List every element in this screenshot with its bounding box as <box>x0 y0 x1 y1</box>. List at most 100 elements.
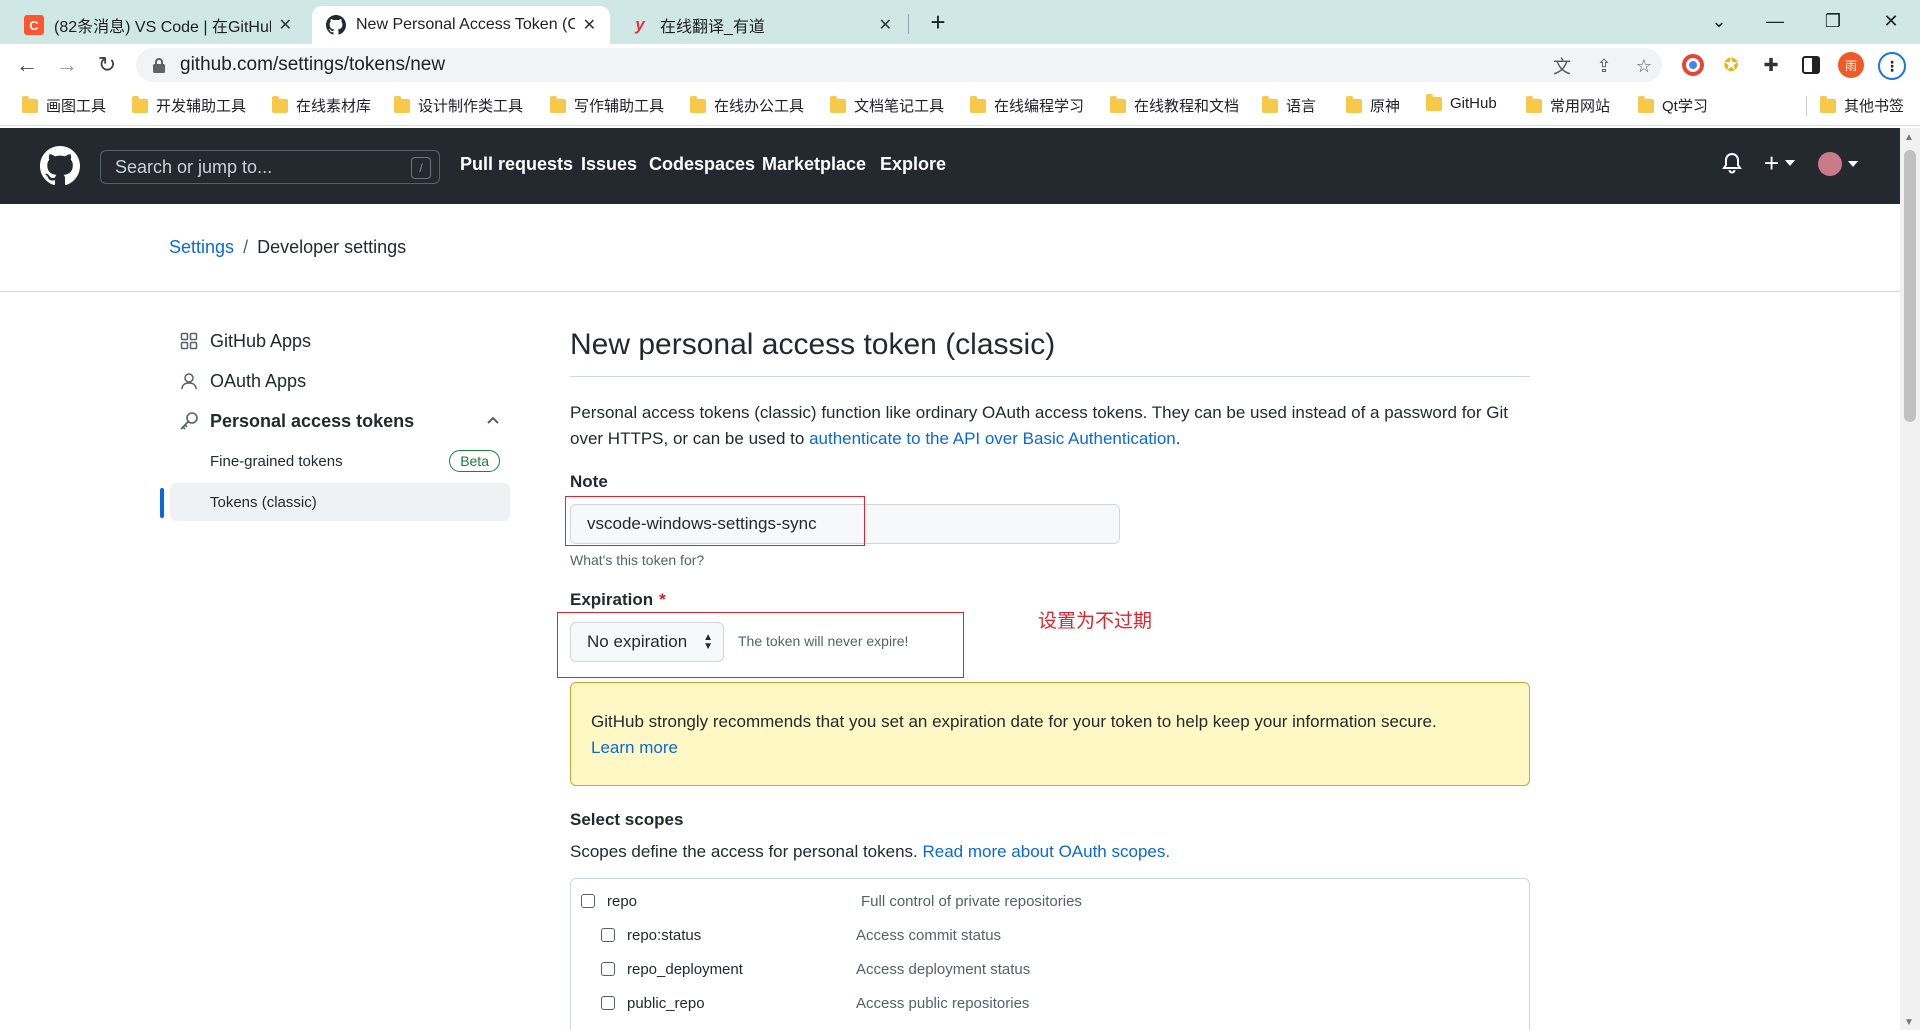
restore-button[interactable]: ❐ <box>1810 6 1856 36</box>
bookmark-folder[interactable]: 在线素材库 <box>272 95 371 116</box>
tab-youdao[interactable]: y 在线翻译_有道 ✕ <box>616 6 906 44</box>
bookmark-label: Qt学习 <box>1662 98 1708 115</box>
tab-csdn[interactable]: C (82条消息) VS Code | 在GitHub ✕ <box>10 6 306 44</box>
bookmark-star-icon[interactable]: ☆ <box>1632 54 1656 78</box>
forward-button[interactable]: → <box>50 48 84 82</box>
nav-pull-requests[interactable]: Pull requests <box>460 154 573 175</box>
bookmark-folder[interactable]: GitHub <box>1426 93 1497 112</box>
oauth-scopes-link[interactable]: Read more about OAuth scopes. <box>922 842 1170 861</box>
intro-text: Personal access tokens (classic) functio… <box>570 400 1530 452</box>
tab-github-token[interactable]: New Personal Access Token (C ✕ <box>312 6 610 44</box>
notifications-bell-icon[interactable] <box>1722 152 1742 174</box>
user-menu-dropdown[interactable] <box>1818 152 1858 176</box>
scope-checkbox[interactable] <box>601 962 615 976</box>
new-tab-button[interactable]: + <box>922 6 954 38</box>
share-icon[interactable]: ⇪ <box>1592 54 1616 78</box>
puzzle-extensions-icon[interactable]: ✚ <box>1758 52 1784 78</box>
expiration-label: Expiration * <box>570 590 666 610</box>
scope-repo[interactable]: repo <box>581 889 637 913</box>
scope-public-repo[interactable]: public_repo <box>601 991 705 1015</box>
nav-explore[interactable]: Explore <box>880 154 946 175</box>
sidebar-item-tokens-classic[interactable]: Tokens (classic) <box>170 483 510 521</box>
bookmark-label: 画图工具 <box>46 98 107 115</box>
bookmark-folder[interactable]: 原神 <box>1346 95 1400 116</box>
nav-marketplace[interactable]: Marketplace <box>762 154 866 175</box>
scroll-down-arrow-icon[interactable]: ▼ <box>1904 1017 1914 1028</box>
bookmark-label: 语言 <box>1286 98 1317 115</box>
folder-icon <box>830 95 846 113</box>
back-button[interactable]: ← <box>10 48 44 82</box>
nav-codespaces[interactable]: Codespaces <box>649 154 755 175</box>
bookmark-label: 文档笔记工具 <box>854 98 945 115</box>
caret-icon <box>1848 161 1858 167</box>
create-new-dropdown[interactable]: + <box>1764 150 1796 176</box>
nav-issues[interactable]: Issues <box>581 154 637 175</box>
tab-title: (82条消息) VS Code | 在GitHub <box>54 19 271 36</box>
folder-icon <box>22 95 38 113</box>
person-icon <box>178 370 200 392</box>
bookmark-folder[interactable]: 写作辅助工具 <box>550 95 664 116</box>
close-icon[interactable]: ✕ <box>879 15 892 35</box>
bookmark-folder[interactable]: 在线编程学习 <box>970 95 1084 116</box>
bookmark-folder[interactable]: 设计制作类工具 <box>394 95 523 116</box>
sidebar-item-personal-access-tokens[interactable]: Personal access tokens <box>160 403 510 439</box>
youdao-favicon-icon: y <box>635 15 645 34</box>
folder-icon <box>1426 93 1442 111</box>
beta-badge: Beta <box>449 450 500 472</box>
github-search-input[interactable]: Search or jump to... / <box>100 150 440 184</box>
folder-icon <box>1346 95 1362 113</box>
close-icon[interactable]: ✕ <box>583 15 596 35</box>
scope-checkbox[interactable] <box>601 928 615 942</box>
chrome-extension-icon[interactable] <box>1680 52 1706 78</box>
scope-checkbox[interactable] <box>581 894 595 908</box>
csdn-favicon-icon: C <box>24 15 44 35</box>
folder-icon <box>394 95 410 113</box>
bookmark-folder[interactable]: 画图工具 <box>22 95 106 116</box>
sidebar-item-fine-grained-tokens[interactable]: Fine-grained tokens Beta <box>170 442 510 480</box>
minimize-button[interactable]: — <box>1752 6 1798 36</box>
profile-avatar[interactable]: 雨 <box>1838 52 1864 78</box>
close-icon[interactable]: ✕ <box>279 15 292 35</box>
scope-description: Access public repositories <box>856 995 1030 1012</box>
divider <box>0 291 1900 292</box>
github-header: Search or jump to... / Pull requests Iss… <box>0 128 1900 204</box>
bookmark-folder[interactable]: 语言 <box>1262 95 1316 116</box>
extension-icon[interactable]: ✪ <box>1718 52 1744 78</box>
tab-title: 在线翻译_有道 <box>660 19 765 36</box>
bookmark-folder[interactable]: 在线办公工具 <box>690 95 804 116</box>
translate-icon[interactable]: 文 <box>1550 54 1574 78</box>
bookmark-label: GitHub <box>1450 95 1497 112</box>
close-window-button[interactable]: ✕ <box>1868 6 1914 36</box>
scrollbar-thumb[interactable] <box>1904 150 1916 422</box>
bookmark-label: 在线编程学习 <box>994 98 1085 115</box>
avatar <box>1818 152 1842 176</box>
basic-auth-link[interactable]: authenticate to the API over Basic Authe… <box>809 429 1176 448</box>
breadcrumb-settings-link[interactable]: Settings <box>169 237 234 257</box>
bookmark-folder[interactable]: Qt学习 <box>1638 95 1708 116</box>
bookmark-folder[interactable]: 文档笔记工具 <box>830 95 944 116</box>
scope-repo-deployment[interactable]: repo_deployment <box>601 957 743 981</box>
address-bar[interactable]: github.com/settings/tokens/new 文 ⇪ ☆ <box>136 48 1662 82</box>
browser-menu-icon[interactable]: ⋮ <box>1878 52 1906 80</box>
tab-search-chevron-icon[interactable]: ⌄ <box>1696 6 1742 36</box>
scope-name: repo_deployment <box>627 960 743 978</box>
github-logo-icon[interactable] <box>40 146 80 186</box>
scroll-up-arrow-icon[interactable]: ▲ <box>1904 132 1914 143</box>
bookmark-folder[interactable]: 其他书签 <box>1820 95 1904 116</box>
intro-end: . <box>1175 429 1181 448</box>
bookmark-folder[interactable]: 在线教程和文档 <box>1110 95 1239 116</box>
scope-checkbox[interactable] <box>601 996 615 1010</box>
bookmarks-bar: 画图工具 开发辅助工具 在线素材库 设计制作类工具 写作辅助工具 在线办公工具 文档笔记工具… <box>0 86 1920 126</box>
scope-repo-status[interactable]: repo:status <box>601 923 701 947</box>
learn-more-link[interactable]: Learn more <box>591 738 678 757</box>
sidebar-item-github-apps[interactable]: GitHub Apps <box>160 323 510 359</box>
sidebar-item-oauth-apps[interactable]: OAuth Apps <box>160 363 510 399</box>
bookmark-folder[interactable]: 常用网站 <box>1526 95 1610 116</box>
folder-icon <box>1262 95 1278 113</box>
bookmark-folder[interactable]: 开发辅助工具 <box>132 95 246 116</box>
side-panel-icon[interactable] <box>1798 52 1824 78</box>
reload-button[interactable]: ↻ <box>90 48 124 82</box>
scopes-desc-text: Scopes define the access for personal to… <box>570 842 923 861</box>
chevron-up-icon[interactable] <box>486 411 500 432</box>
page-scrollbar[interactable]: ▲ ▼ <box>1900 128 1920 1030</box>
